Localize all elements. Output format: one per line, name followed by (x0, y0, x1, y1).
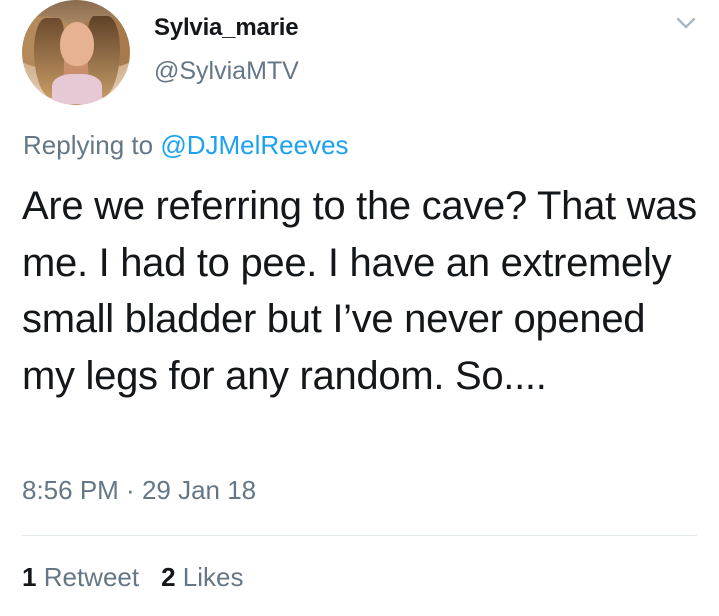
tweet-timestamp[interactable]: 8:56 PM · 29 Jan 18 (22, 475, 256, 506)
tweet: Sylvia_marie @SylviaMTV Replying to @DJM… (0, 0, 719, 616)
tweet-time: 8:56 PM (22, 475, 119, 505)
divider (22, 535, 697, 536)
tweet-text: Are we referring to the cave? That was m… (22, 184, 697, 398)
replying-handle-link[interactable]: @DJMelReeves (160, 130, 348, 160)
avatar-top (52, 74, 102, 104)
likes-count: 2 (161, 562, 176, 592)
tweet-stats: 1 Retweet 2 Likes (22, 562, 244, 593)
replying-prefix: Replying to (23, 130, 161, 160)
likes-label: Likes (182, 562, 244, 592)
author-handle[interactable]: @SylviaMTV (154, 57, 299, 86)
retweets-stat[interactable]: 1 Retweet (22, 562, 139, 592)
chevron-down-icon[interactable] (676, 16, 696, 30)
avatar-face (60, 22, 94, 66)
tweet-date: 29 Jan 18 (141, 475, 257, 505)
replying-to: Replying to @DJMelReeves (23, 130, 349, 161)
author-name[interactable]: Sylvia_marie (154, 14, 299, 42)
likes-stat[interactable]: 2 Likes (161, 562, 243, 592)
retweets-label: Retweet (43, 562, 140, 592)
timestamp-separator: · (118, 475, 142, 505)
retweets-count: 1 (22, 562, 37, 592)
avatar[interactable] (22, 0, 130, 105)
